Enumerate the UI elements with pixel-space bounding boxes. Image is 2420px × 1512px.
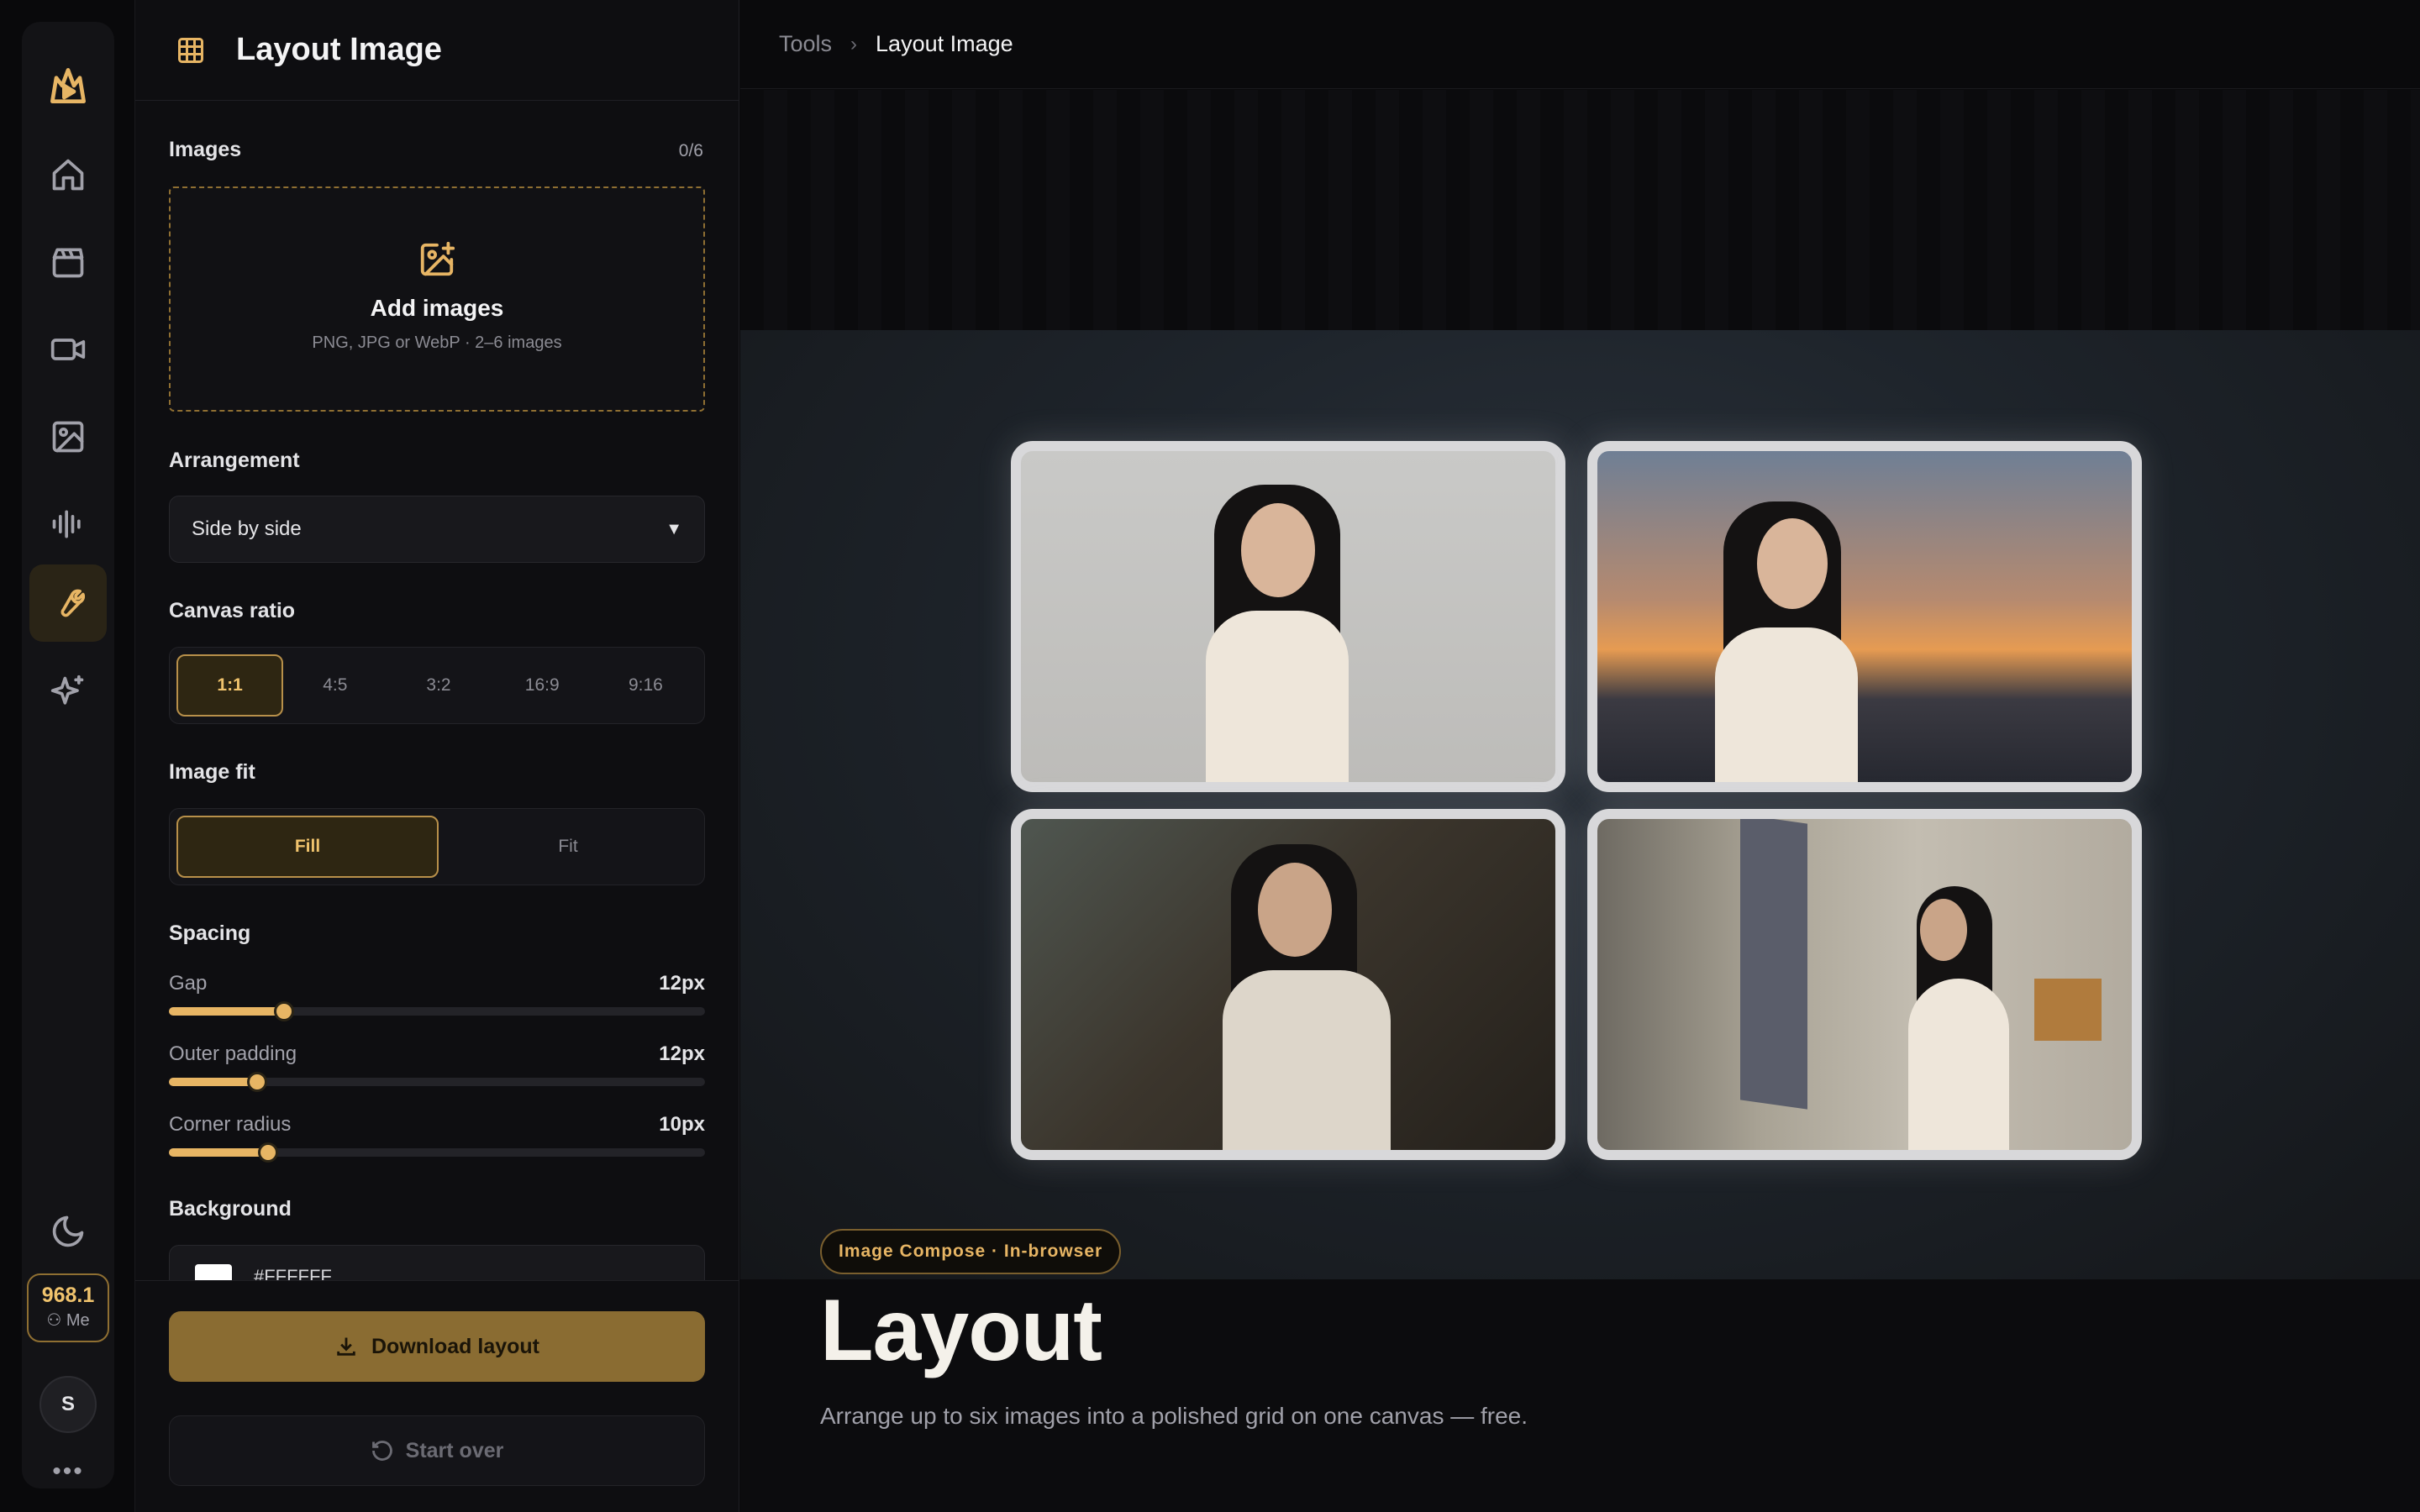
ratio-option-4-5[interactable]: 4:5 [283, 654, 387, 717]
image-dropzone[interactable]: Add images PNG, JPG or WebP · 2–6 images [169, 186, 705, 412]
layout-preview-grid [1011, 441, 2142, 1160]
gap-value: 12px [659, 972, 705, 995]
panel-header: Layout Image [135, 0, 739, 101]
breadcrumb-separator: › [850, 32, 858, 55]
start-over-label: Start over [405, 1438, 504, 1462]
moon-icon[interactable] [29, 1193, 107, 1270]
radius-slider[interactable] [169, 1142, 705, 1163]
download-label: Download layout [371, 1334, 539, 1358]
home-icon[interactable] [29, 136, 107, 213]
clapperboard-icon[interactable] [29, 223, 107, 301]
padding-label: Outer padding [169, 1042, 297, 1065]
add-images-hint: PNG, JPG or WebP · 2–6 images [312, 333, 562, 352]
ratio-option-16-9[interactable]: 16:9 [491, 654, 594, 717]
hero-subtitle: Arrange up to six images into a polished… [820, 1403, 1528, 1429]
padding-slider-row: Outer padding 12px [169, 1042, 705, 1092]
image-fit-group: Fill Fit [169, 808, 705, 885]
images-count: 0/6 [678, 141, 703, 160]
color-swatch[interactable] [195, 1264, 232, 1282]
avatar[interactable]: S [39, 1376, 97, 1433]
breadcrumb: Tools › Layout Image [740, 0, 2420, 89]
audio-wave-icon[interactable] [29, 486, 107, 563]
breadcrumb-current: Layout Image [876, 31, 1013, 56]
image-fit-label: Image fit [169, 760, 255, 784]
ratio-option-3-2[interactable]: 3:2 [387, 654, 490, 717]
fit-option-fill[interactable]: Fill [176, 816, 439, 878]
decorative-stripes [740, 90, 2420, 330]
start-over-button[interactable]: Start over [169, 1415, 705, 1486]
hero-title: Layout [820, 1282, 1102, 1379]
gap-slider-row: Gap 12px [169, 972, 705, 1021]
main-area: Tools › Layout Image Image Compose · In-… [740, 0, 2420, 1512]
gap-slider-thumb[interactable] [274, 1001, 295, 1021]
download-icon [337, 1337, 355, 1356]
icon-rail: 968.1 ⚇ Me S ••• [22, 22, 114, 1488]
credits-user: ⚇ Me [46, 1311, 90, 1330]
gap-slider[interactable] [169, 1001, 705, 1021]
hero-badge: Image Compose · In-browser [820, 1229, 1122, 1274]
radius-slider-row: Corner radius 10px [169, 1113, 705, 1163]
add-images-title: Add images [370, 295, 504, 321]
video-icon[interactable] [29, 311, 107, 388]
breadcrumb-tools[interactable]: Tools [779, 31, 832, 57]
padding-slider-thumb[interactable] [247, 1072, 268, 1092]
preview-image-portrait [1011, 441, 1565, 792]
image-icon[interactable] [29, 398, 107, 475]
images-label: Images [169, 138, 242, 161]
wrench-icon[interactable] [29, 564, 107, 642]
ratio-option-9-16[interactable]: 9:16 [594, 654, 697, 717]
hero-preview [740, 330, 2420, 1512]
padding-value: 12px [659, 1042, 705, 1065]
radius-slider-thumb[interactable] [258, 1142, 279, 1163]
arrangement-value: Side by side [192, 517, 302, 540]
radius-value: 10px [659, 1113, 705, 1136]
ratio-option-1-1[interactable]: 1:1 [176, 654, 284, 717]
radius-label: Corner radius [169, 1113, 292, 1136]
credits-badge[interactable]: 968.1 ⚇ Me [27, 1273, 109, 1342]
padding-slider[interactable] [169, 1072, 705, 1092]
panel-title: Layout Image [236, 32, 442, 67]
arrangement-select[interactable]: Side by side ▼ [169, 496, 705, 563]
gap-label: Gap [169, 972, 208, 995]
background-color-field[interactable]: #FFFFFF [169, 1245, 705, 1282]
canvas-ratio-label: Canvas ratio [169, 599, 296, 622]
grid-icon [178, 37, 203, 63]
sparkles-icon[interactable] [29, 654, 107, 731]
background-label: Background [169, 1197, 292, 1221]
caret-down-icon: ▼ [666, 519, 682, 538]
preview-image-gallery [1587, 809, 2142, 1160]
settings-panel: Layout Image Images 0/6 Add images PNG, … [134, 0, 739, 1512]
fit-option-fit[interactable]: Fit [439, 816, 697, 878]
arrangement-label: Arrangement [169, 449, 300, 472]
logo-icon[interactable] [29, 47, 107, 124]
spacing-label: Spacing [169, 921, 251, 945]
credits-value: 968.1 [41, 1284, 95, 1307]
image-plus-icon [420, 241, 455, 276]
rotate-ccw-icon [371, 1441, 392, 1461]
preview-image-sunset [1587, 441, 2142, 792]
canvas-ratio-group: 1:1 4:5 3:2 16:9 9:16 [169, 647, 705, 724]
download-layout-button[interactable]: Download layout [169, 1311, 705, 1382]
panel-footer: Download layout Start over [135, 1280, 739, 1512]
more-icon[interactable]: ••• [39, 1450, 97, 1494]
preview-image-cafe [1011, 809, 1565, 1160]
